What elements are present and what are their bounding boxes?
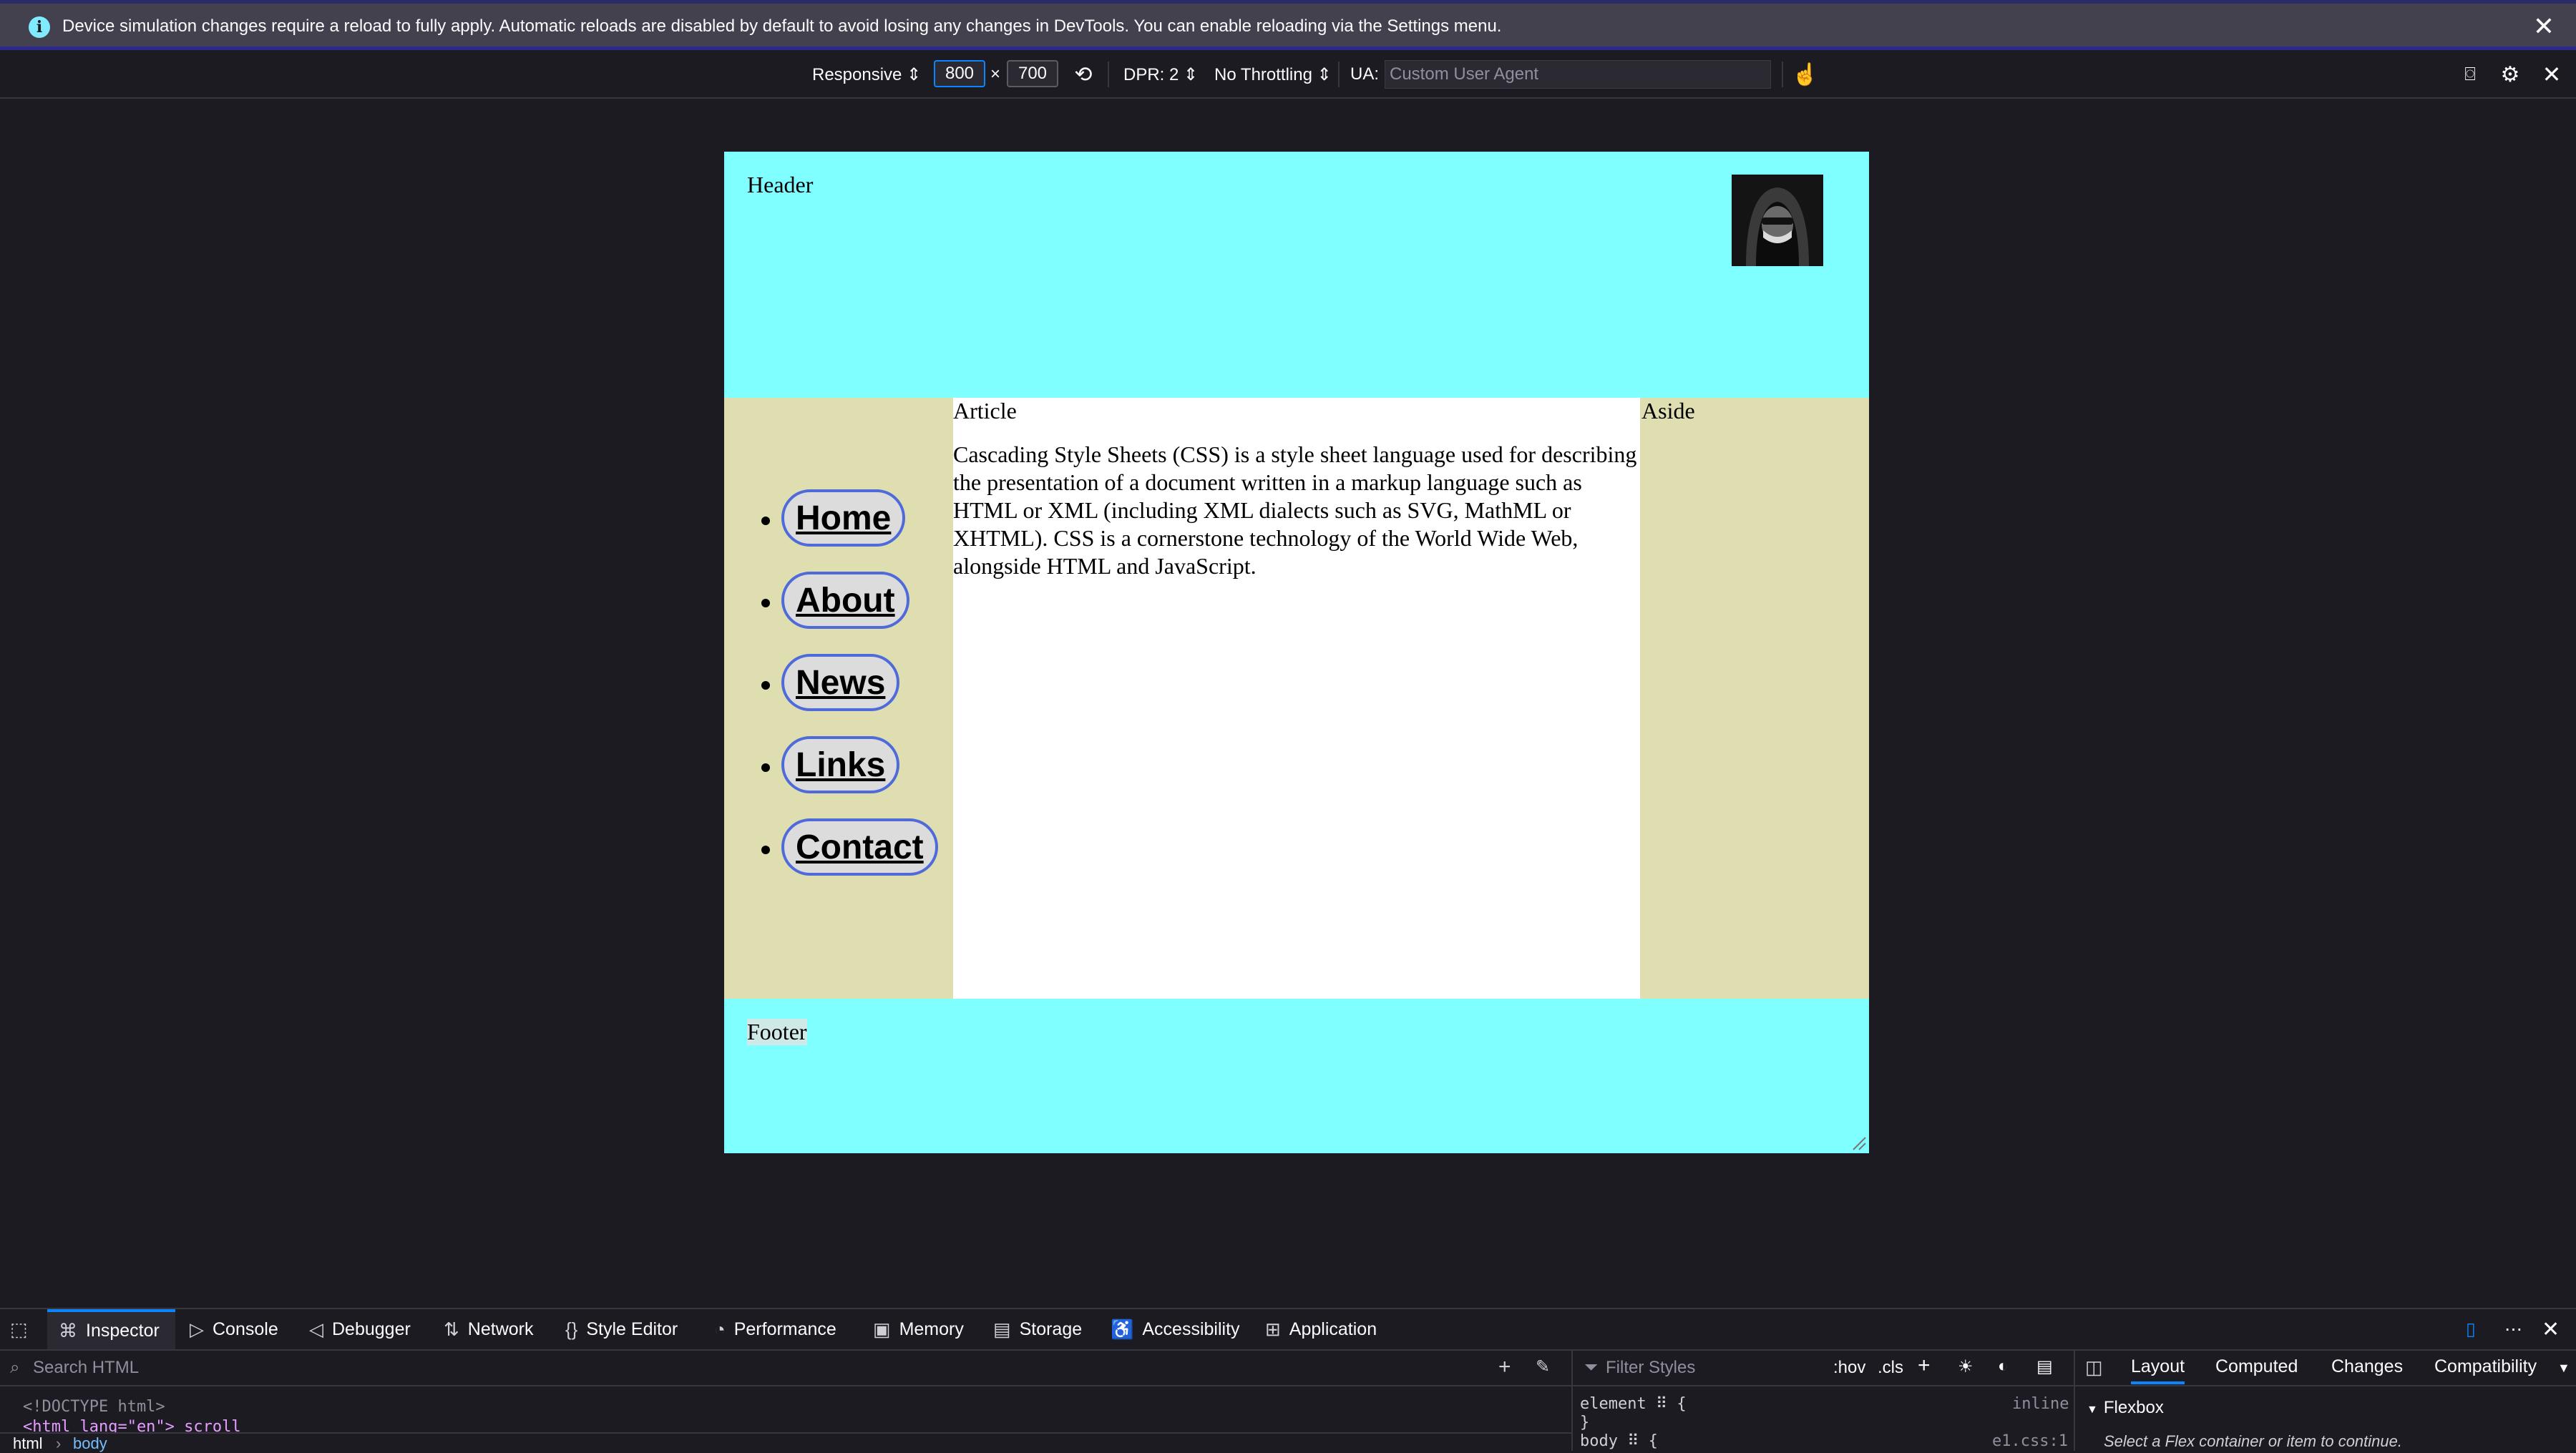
footer-text: Footer — [747, 1019, 807, 1045]
tab-application[interactable]: ⊞ Application — [1265, 1309, 1377, 1349]
throttling-selector[interactable]: No Throttling ⇕ — [1214, 64, 1332, 85]
screenshot-icon[interactable]: ⌼ — [2457, 62, 2483, 87]
toggle-sidebar-icon[interactable]: ◫ — [2085, 1356, 2103, 1379]
nav-link-links[interactable]: Links — [781, 736, 900, 793]
reload-notification-bar: i Device simulation changes require a re… — [0, 0, 2576, 50]
light-scheme-icon[interactable]: ☀ — [1958, 1356, 1974, 1377]
tab-changes[interactable]: Changes — [2331, 1356, 2403, 1377]
filter-styles-input[interactable]: Filter Styles — [1606, 1358, 1695, 1378]
simulated-page: Header Home About News Links Contact Art… — [724, 152, 1869, 1153]
rotate-icon[interactable]: ⟲ — [1070, 62, 1096, 87]
filter-icon: ⏷ — [1584, 1358, 1599, 1377]
search-html-input[interactable]: Search HTML — [33, 1358, 139, 1378]
rule-inline-source: inline — [2012, 1395, 2069, 1413]
page-article: Article Cascading Style Sheets (CSS) is … — [953, 398, 1640, 999]
device-selector[interactable]: Responsive ⇕ — [812, 64, 921, 85]
responsive-design-toolbar: Responsive ⇕ 800 × 700 ⟲ DPR: 2 ⇕ No Thr… — [0, 50, 2576, 99]
more-options-icon[interactable]: ⋯ — [2504, 1309, 2522, 1349]
hooded-figure-avatar — [1732, 175, 1823, 266]
inspector-icon: ⌘ — [59, 1319, 77, 1341]
memory-icon: ▣ — [873, 1318, 891, 1340]
tab-memory[interactable]: ▣ Memory — [873, 1309, 964, 1349]
tab-style-editor[interactable]: {} Style Editor — [565, 1309, 678, 1349]
devtools-toolbox: ⬚ ⌘ Inspector ▷ Console ◁ Debugger ⇅ Network… — [0, 1308, 2576, 1453]
tab-computed[interactable]: Computed — [2215, 1356, 2298, 1377]
close-devtools-icon[interactable]: ✕ — [2542, 1309, 2560, 1349]
dark-scheme-icon[interactable]: ◐ — [1998, 1356, 2009, 1376]
application-icon: ⊞ — [1265, 1318, 1281, 1340]
nav-link-home[interactable]: Home — [781, 489, 906, 547]
article-title: Article — [953, 398, 1017, 424]
info-icon: i — [29, 16, 50, 38]
devtools-tab-bar: ⬚ ⌘ Inspector ▷ Console ◁ Debugger ⇅ Network… — [0, 1309, 2576, 1351]
performance-icon: ◔ — [714, 1318, 726, 1340]
tab-performance[interactable]: ◔ Performance — [714, 1309, 836, 1349]
debugger-icon: ◁ — [309, 1318, 323, 1340]
viewport-width-input[interactable]: 800 — [934, 60, 985, 87]
tab-storage[interactable]: ▤ Storage — [993, 1309, 1082, 1349]
tab-network[interactable]: ⇅ Network — [444, 1309, 533, 1349]
header-text: Header — [747, 172, 814, 197]
close-rdm-icon[interactable]: ✕ — [2539, 62, 2565, 87]
print-media-icon[interactable]: ▤ — [2036, 1356, 2053, 1377]
flexbox-section[interactable]: ▼ Flexbox — [2087, 1398, 2164, 1418]
tab-debugger[interactable]: ◁ Debugger — [309, 1309, 411, 1349]
resize-handle-icon[interactable] — [1850, 1135, 1866, 1150]
search-icon: ⌕ — [10, 1358, 20, 1377]
close-icon[interactable]: ✕ — [2533, 14, 2555, 39]
rule-element-close: } — [1580, 1414, 1590, 1432]
page-nav: Home About News Links Contact — [724, 398, 953, 999]
style-editor-icon: {} — [565, 1318, 578, 1340]
tab-accessibility[interactable]: ♿ Accessibility — [1111, 1309, 1240, 1349]
storage-icon: ▤ — [993, 1318, 1011, 1340]
rule-body-selector[interactable]: body ⠿ { — [1580, 1432, 1658, 1449]
tab-layout[interactable]: Layout — [2131, 1356, 2185, 1384]
add-rule-icon[interactable]: + — [1918, 1354, 1931, 1378]
network-icon: ⇅ — [444, 1318, 459, 1340]
accessibility-icon: ♿ — [1111, 1318, 1134, 1340]
tab-inspector[interactable]: ⌘ Inspector — [47, 1309, 175, 1349]
markup-search-bar: ⌕ Search HTML + ✎ — [0, 1351, 1571, 1386]
chevron-down-icon: ▼ — [2087, 1404, 2098, 1416]
element-picker-icon[interactable]: ⬚ — [10, 1309, 36, 1349]
chevron-down-icon[interactable]: ▼ — [2557, 1361, 2570, 1376]
user-agent-input[interactable]: Custom User Agent — [1385, 60, 1771, 89]
page-header: Header — [724, 152, 1869, 398]
add-node-icon[interactable]: + — [1498, 1355, 1511, 1379]
nav-link-about[interactable]: About — [781, 572, 909, 629]
flexbox-hint: Select a Flex container or item to conti… — [2104, 1432, 2402, 1450]
tab-compatibility[interactable]: Compatibility — [2434, 1356, 2537, 1377]
viewport-height-input[interactable]: 700 — [1007, 60, 1058, 87]
viewport-area: Header Home About News Links Contact Art… — [0, 99, 2576, 1308]
touch-simulation-icon[interactable]: ☝ — [1792, 62, 1818, 87]
tab-console[interactable]: ▷ Console — [190, 1309, 278, 1349]
markup-doctype[interactable]: <!DOCTYPE html> — [23, 1398, 165, 1416]
article-text: Cascading Style Sheets (CSS) is a style … — [953, 441, 1637, 579]
dock-side-icon[interactable]: ▯ — [2466, 1309, 2476, 1349]
notification-message: Device simulation changes require a relo… — [62, 16, 1502, 36]
console-icon: ▷ — [190, 1318, 204, 1340]
page-footer: Footer — [724, 999, 1869, 1153]
dpr-selector[interactable]: DPR: 2 ⇕ — [1123, 64, 1198, 85]
breadcrumb-body[interactable]: body — [73, 1434, 107, 1453]
settings-icon[interactable]: ⚙ — [2497, 62, 2523, 87]
ua-label: UA: — [1350, 64, 1380, 84]
aside-title: Aside — [1641, 398, 1695, 424]
cls-toggle[interactable]: .cls — [1878, 1358, 1903, 1378]
page-aside: Aside — [1640, 398, 1869, 999]
dimension-separator: × — [990, 64, 1001, 84]
rule-body-source[interactable]: e1.css:1 — [1992, 1432, 2068, 1449]
rule-element-selector[interactable]: element ⠿ { — [1580, 1395, 1687, 1413]
nav-link-news[interactable]: News — [781, 654, 900, 711]
nav-link-contact[interactable]: Contact — [781, 818, 938, 876]
hov-toggle[interactable]: :hov — [1833, 1358, 1865, 1378]
rules-filter-bar: ⏷ Filter Styles :hov .cls + ☀ ◐ ▤ — [1573, 1351, 2074, 1386]
breadcrumb-html[interactable]: html — [13, 1434, 43, 1453]
breadcrumb: html › body — [0, 1432, 1571, 1453]
markup-html-node[interactable]: <html lang="en"> scroll — [23, 1418, 241, 1434]
eyedropper-icon[interactable]: ✎ — [1536, 1356, 1550, 1377]
